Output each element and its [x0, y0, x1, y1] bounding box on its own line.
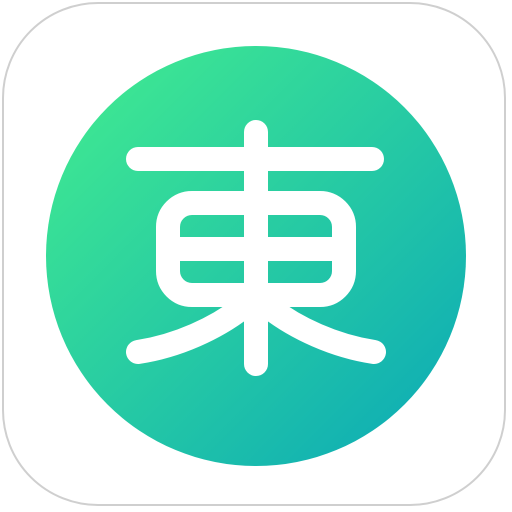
- app-icon-canvas: [0, 0, 512, 512]
- app-logo: [46, 46, 466, 466]
